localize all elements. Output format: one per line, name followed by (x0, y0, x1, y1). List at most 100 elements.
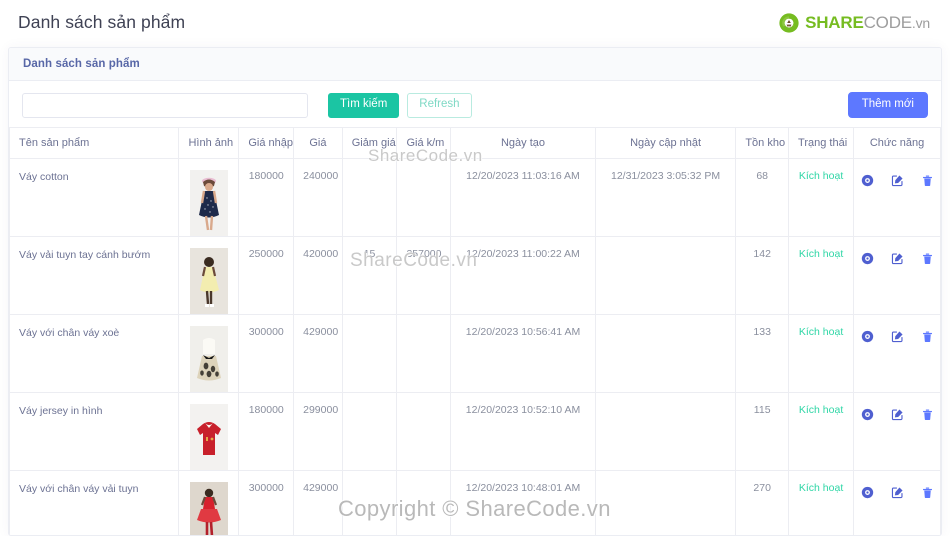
refresh-button[interactable]: Refresh (407, 92, 472, 118)
edit-pencil-icon (891, 409, 903, 421)
edit-pencil-icon (891, 253, 903, 265)
cell-ngay-tao: 12/20/2023 10:52:10 AM (450, 392, 596, 471)
table-row[interactable]: Váy cotton 180000 240000 12/20/2023 11:03:1… (9, 158, 941, 237)
view-eye-icon (861, 252, 873, 265)
cell-trang-thai: Kích hoạt (788, 314, 855, 393)
status-badge: Kích hoạt (798, 170, 844, 182)
delete-button[interactable] (921, 408, 934, 421)
cell-ton-kho: 68 (735, 158, 790, 237)
table-row[interactable]: Váy vải tuyn tay cánh bướm 250000 420000 15… (9, 236, 941, 315)
edit-button[interactable] (891, 486, 904, 499)
edit-button[interactable] (891, 174, 904, 187)
view-button[interactable] (861, 408, 874, 421)
search-input[interactable] (22, 92, 308, 118)
col-header-chuc-nang[interactable]: Chức năng (853, 127, 941, 159)
cell-ngay-tao: 12/20/2023 10:48:01 AM (450, 470, 596, 535)
cell-ngay-cap-nhat (595, 470, 737, 535)
sharecode-logo: SHARECODE.vn (778, 12, 934, 34)
cell-giam-gia (342, 158, 398, 237)
edit-button[interactable] (891, 252, 904, 265)
view-eye-icon (861, 408, 873, 421)
table-row[interactable]: Váy với chân váy vải tuyn 300000 429000 12/… (9, 470, 941, 535)
table-row[interactable]: Váy jersey in hình 180000 299000 12/20/2023… (9, 392, 941, 471)
row-action-group (861, 170, 934, 187)
row-action-group (861, 326, 934, 343)
cell-gia-nhap: 250000 (238, 236, 295, 315)
cell-product-name: Váy vải tuyn tay cánh bướm (9, 236, 180, 315)
cell-ton-kho: 115 (735, 392, 790, 471)
delete-button[interactable] (921, 486, 934, 499)
col-header-ngay-tao[interactable]: Ngày tạo (450, 127, 596, 159)
delete-button[interactable] (921, 252, 934, 265)
status-badge: Kích hoạt (798, 482, 844, 494)
product-thumb-red-tulle-dress (189, 482, 228, 535)
cell-gia-km (396, 392, 452, 471)
view-button[interactable] (861, 252, 874, 265)
cell-gia-nhap: 300000 (238, 314, 295, 393)
view-button[interactable] (861, 174, 874, 187)
cell-gia: 429000 (293, 470, 343, 535)
edit-pencil-icon (891, 487, 903, 499)
search-button[interactable]: Tìm kiếm (328, 92, 400, 118)
col-header-ten-san-pham[interactable]: Tên sản phẩm (9, 127, 180, 159)
col-header-gia-nhap[interactable]: Giá nhập (238, 127, 295, 159)
cell-chuc-nang (853, 392, 941, 471)
table-toolbar: Tìm kiếm Refresh Thêm mới (9, 81, 941, 127)
logo-text-share: SHARE (805, 13, 864, 32)
cell-gia-km (396, 470, 452, 535)
product-thumb-navy-dress (189, 170, 228, 236)
view-button[interactable] (861, 330, 874, 343)
col-header-gia-km[interactable]: Giá k/m (396, 127, 452, 159)
cell-product-image (178, 158, 240, 237)
delete-trash-icon (922, 175, 932, 187)
col-header-trang-thai[interactable]: Trạng thái (788, 127, 855, 159)
col-header-hinh-anh[interactable]: Hình ảnh (178, 127, 240, 159)
row-action-group (861, 404, 934, 421)
delete-trash-icon (922, 253, 932, 265)
page-topbar: Danh sách sản phẩm SHARECODE.vn (0, 0, 950, 45)
view-eye-icon (861, 174, 873, 187)
delete-trash-icon (922, 487, 932, 499)
cell-ngay-tao: 12/20/2023 10:56:41 AM (450, 314, 596, 393)
cell-chuc-nang (853, 470, 941, 535)
cell-giam-gia (342, 470, 398, 535)
cell-ngay-tao: 12/20/2023 11:00:22 AM (450, 236, 596, 315)
product-table-body: Váy cotton 180000 240000 12/20/2023 11:03:1… (9, 158, 941, 535)
cell-gia: 420000 (293, 236, 343, 315)
table-header-row: Tên sản phẩm Hình ảnh Giá nhập Giá Giảm … (9, 127, 941, 159)
view-eye-icon (861, 330, 873, 343)
edit-button[interactable] (891, 330, 904, 343)
cell-gia-nhap: 300000 (238, 470, 295, 535)
col-header-giam-gia[interactable]: Giảm giá (342, 127, 398, 159)
cell-product-image (178, 236, 240, 315)
cell-gia: 299000 (293, 392, 343, 471)
product-thumb-red-jersey-dress (189, 404, 228, 470)
status-badge: Kích hoạt (798, 326, 844, 338)
col-header-gia[interactable]: Giá (293, 127, 343, 159)
cell-product-name: Váy cotton (9, 158, 180, 237)
add-new-button[interactable]: Thêm mới (847, 92, 928, 118)
cell-gia-km (396, 158, 452, 237)
cell-ngay-cap-nhat (595, 314, 737, 393)
row-action-group (861, 482, 934, 499)
delete-button[interactable] (921, 330, 934, 343)
view-button[interactable] (861, 486, 874, 499)
status-badge: Kích hoạt (798, 404, 844, 416)
product-table: Tên sản phẩm Hình ảnh Giá nhập Giá Giảm … (9, 127, 941, 535)
cell-ngay-tao: 12/20/2023 11:03:16 AM (450, 158, 596, 237)
cell-trang-thai: Kích hoạt (788, 158, 855, 237)
cell-chuc-nang (853, 236, 941, 315)
page-title: Danh sách sản phẩm (18, 12, 186, 32)
col-header-ngay-cap-nhat[interactable]: Ngày cập nhật (595, 127, 737, 159)
edit-button[interactable] (891, 408, 904, 421)
row-action-group (861, 248, 934, 265)
table-row[interactable]: Váy với chân váy xoè 300000 429000 12/20/20… (9, 314, 941, 393)
cell-product-name: Váy với chân váy xoè (9, 314, 180, 393)
cell-ton-kho: 133 (735, 314, 790, 393)
cell-product-image (178, 392, 240, 471)
col-header-ton-kho[interactable]: Tồn kho (735, 127, 790, 159)
product-thumb-yellow-dress (189, 248, 228, 314)
logo-text-vn: .vn (911, 15, 930, 31)
cell-ngay-cap-nhat (595, 392, 737, 471)
delete-button[interactable] (921, 174, 934, 187)
